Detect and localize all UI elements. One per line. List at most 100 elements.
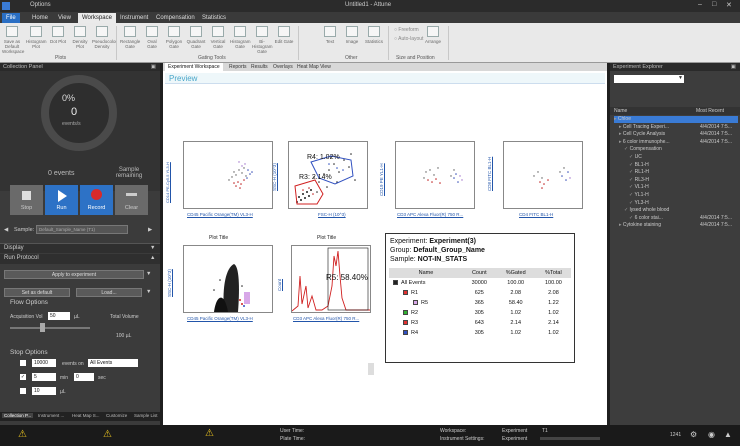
- plot-cd14-vs-cd45[interactable]: CD14 PE-Cy5.5 YL3-H CD45 Pacific Orange(…: [165, 141, 273, 221]
- tree-item[interactable]: ✓ BL1-H: [614, 162, 738, 169]
- plot-y-label[interactable]: CD14 PE-Cy5.5 YL3-H: [165, 162, 170, 203]
- table-row[interactable]: R1 625 2.08 2.08: [389, 288, 571, 298]
- volume-slider-thumb[interactable]: [40, 323, 45, 332]
- plot-x-label[interactable]: CD4 FITC BL1-H: [519, 212, 553, 217]
- record-button[interactable]: Record: [80, 185, 113, 215]
- bi-histogram-gate-button[interactable]: Bi-Histogram Gate: [252, 26, 273, 56]
- plot-y-label[interactable]: CD8 FITC BL1-H: [487, 157, 492, 191]
- clear-button[interactable]: Clear: [115, 185, 148, 215]
- text-button[interactable]: Text: [320, 26, 340, 56]
- apply-to-experiment-button[interactable]: Apply to experiment: [4, 270, 144, 279]
- plot-cd8-vs-cd4[interactable]: CD8 FITC BL1-H CD4 FITC BL1-H: [487, 141, 593, 221]
- plot-ssc-vs-fsc[interactable]: SSC-H (10^3) R4: 1.02% R3: 2.14% FSC-H (…: [272, 141, 378, 221]
- pin-icon[interactable]: ▣: [731, 63, 736, 71]
- polygon-gate-button[interactable]: Polygon Gate: [164, 26, 184, 56]
- histogram-plot-button[interactable]: Histogram Plot: [26, 26, 47, 56]
- tab-results[interactable]: Results: [251, 63, 268, 71]
- plot-y-label[interactable]: CD19 PE YL1-H: [379, 163, 384, 196]
- dot-plot-button[interactable]: Dot Plot: [48, 26, 68, 56]
- warning-icon[interactable]: ⚠: [18, 429, 27, 440]
- tree-item[interactable]: ✓ YL1-H: [614, 192, 738, 199]
- waste-icon[interactable]: ▲: [724, 430, 732, 439]
- tab-experiment-workspace[interactable]: Experiment Workspace: [165, 63, 223, 71]
- resize-handle[interactable]: [368, 363, 374, 375]
- tree-item[interactable]: ✓ lysed whole blood: [614, 207, 738, 214]
- column-name[interactable]: Name: [614, 108, 627, 114]
- tree-item[interactable]: ▸ Cytokine staining 4/4/2014 7:5...: [614, 222, 738, 229]
- rectangle-gate-button[interactable]: Rectangle Gate: [120, 26, 140, 56]
- plot-y-label[interactable]: SSC-H (10^3): [167, 269, 172, 297]
- stop-time-checkbox[interactable]: ✓: [20, 374, 26, 380]
- next-sample-icon[interactable]: ▶: [148, 227, 152, 233]
- tree-item[interactable]: ✓ RL3-H: [614, 177, 738, 184]
- tab-customize[interactable]: Customize: [106, 413, 127, 418]
- table-row[interactable]: R3 643 2.14 2.14: [389, 318, 571, 328]
- tree-item[interactable]: ✓ RL1-H: [614, 169, 738, 176]
- tab-view[interactable]: View: [54, 13, 75, 23]
- plot-y-label[interactable]: SSC-H (10^3): [272, 163, 277, 191]
- tab-reports[interactable]: Reports: [229, 63, 247, 71]
- plot-y-label[interactable]: Count: [277, 279, 282, 291]
- density-plot-button[interactable]: Density Plot: [70, 26, 90, 56]
- tab-sample-list[interactable]: Sample List: [134, 413, 158, 418]
- tab-overlays[interactable]: Overlays: [273, 63, 293, 71]
- freeform-radio[interactable]: ○ Freeform: [394, 27, 419, 33]
- stop-minutes-input[interactable]: 5: [32, 373, 56, 381]
- column-most-recent[interactable]: Most Recent: [696, 108, 724, 114]
- tree-item[interactable]: ▸ Cell Tracing Experi... 4/4/2014 7:5...: [614, 124, 738, 131]
- table-row[interactable]: R4 305 1.02 1.02: [389, 328, 571, 338]
- stop-events-checkbox[interactable]: [20, 360, 26, 366]
- load-dropdown-icon[interactable]: ▼: [146, 289, 151, 295]
- tab-instrument[interactable]: Instrument: [116, 13, 152, 23]
- prev-sample-icon[interactable]: ◀: [4, 227, 8, 233]
- tab-instrument-panel[interactable]: Instrument ...: [38, 413, 64, 418]
- pin-icon[interactable]: ▣: [151, 63, 156, 71]
- acquisition-volume-input[interactable]: 50: [48, 312, 70, 320]
- minimize-icon[interactable]: –: [698, 1, 702, 8]
- auto-layout-radio[interactable]: ○ Auto-layout: [394, 36, 423, 42]
- sample-name-input[interactable]: Default_Sample_Name (T1): [36, 225, 128, 234]
- set-as-default-button[interactable]: Set as default: [4, 288, 70, 297]
- run-button[interactable]: Run: [45, 185, 78, 215]
- instrument-warning-icon[interactable]: ⚠: [103, 429, 112, 440]
- plot-cd19-vs-cd3[interactable]: CD19 PE YL1-H CD3 APC Alexa Fluor(R) 750…: [379, 141, 485, 221]
- tree-item[interactable]: ▸ Chloe: [614, 116, 738, 123]
- tab-compensation[interactable]: Compensation: [152, 13, 199, 23]
- stop-volume-input[interactable]: 10: [32, 387, 56, 395]
- plot-count-vs-cd3[interactable]: Plot Title Count R5: 58.40% CD3 APC Alex…: [277, 235, 386, 325]
- plot-x-label[interactable]: CD3 APC Alexa Fluor(R) 750 R...: [293, 316, 359, 321]
- volume-slider-track[interactable]: [10, 327, 90, 329]
- tab-file[interactable]: File: [2, 13, 20, 23]
- save-default-workspace-button[interactable]: Save as Default Workspace: [2, 26, 24, 56]
- load-button[interactable]: Load...: [76, 288, 142, 297]
- image-button[interactable]: Image: [342, 26, 362, 56]
- table-row[interactable]: R2 305 1.02 1.02: [389, 308, 571, 318]
- laser-icon[interactable]: ⚙: [690, 430, 697, 439]
- edit-gate-button[interactable]: Edit Gate: [274, 26, 294, 56]
- tab-collection-panel[interactable]: Collection P...: [2, 413, 34, 418]
- stop-seconds-input[interactable]: 0: [74, 373, 94, 381]
- table-row[interactable]: R5 365 58.40 1.22: [389, 298, 571, 308]
- tab-home[interactable]: Home: [28, 13, 52, 23]
- display-section[interactable]: Display ▼: [0, 243, 160, 253]
- plot-x-label[interactable]: FSC-H (10^3): [318, 212, 346, 217]
- tree-item[interactable]: ✓ UC: [614, 154, 738, 161]
- pseudocolor-density-button[interactable]: Pseudocolor Density: [92, 26, 117, 56]
- tree-item[interactable]: ✓ Compensation: [614, 146, 738, 153]
- explorer-filter-select[interactable]: ▼: [614, 75, 684, 83]
- tree-item[interactable]: ✓ 6 color stai... 4/4/2014 7:5...: [614, 215, 738, 222]
- maximize-icon[interactable]: □: [712, 1, 716, 8]
- plot-x-label[interactable]: CD45 Pacific Orange(TM) VL3-H: [187, 316, 253, 321]
- quadrant-gate-button[interactable]: Quadrant Gate: [186, 26, 206, 56]
- arrange-button[interactable]: Arrange: [423, 26, 443, 56]
- oval-gate-button[interactable]: Oval Gate: [142, 26, 162, 56]
- tab-heat-map-view[interactable]: Heat Map View: [297, 63, 331, 71]
- apply-dropdown-icon[interactable]: ▼: [146, 271, 151, 277]
- run-protocol-section[interactable]: Run Protocol ▲: [0, 254, 160, 264]
- fluid-icon[interactable]: ◉: [708, 430, 715, 439]
- fluidics-warning-icon[interactable]: ⚠: [205, 428, 214, 439]
- stop-button[interactable]: Stop: [10, 185, 43, 215]
- statistics-box[interactable]: Experiment: Experiment(3) Group: Default…: [385, 233, 575, 363]
- plot-x-label[interactable]: CD3 APC Alexa Fluor(R) 750 R...: [397, 212, 463, 217]
- options-menu[interactable]: Options: [30, 2, 51, 8]
